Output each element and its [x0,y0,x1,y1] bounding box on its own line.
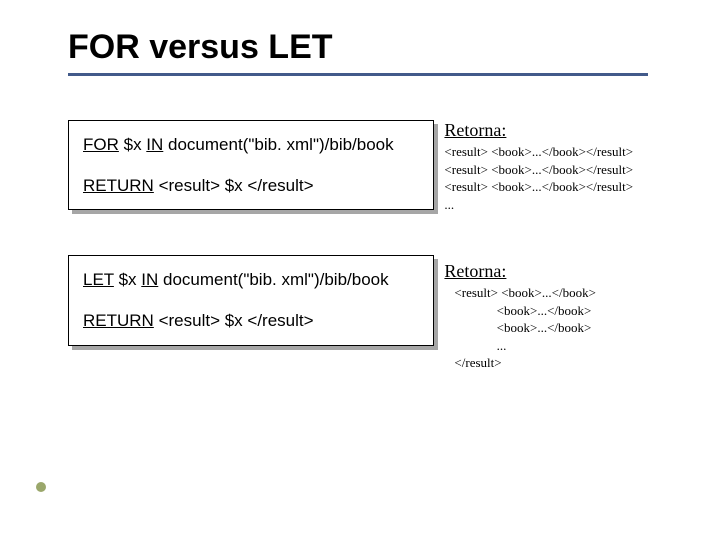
code-text: document("bib. xml")/bib/book [163,135,393,154]
result-label: Retorna: [444,120,672,141]
code-box-let: LET $x IN document("bib. xml")/bib/book … [68,255,434,345]
result-code-let: <result> <book>...</book> <book>...</boo… [454,284,672,372]
result-code-for: <result> <book>...</book></result> <resu… [444,143,672,213]
keyword-for: FOR [83,135,119,154]
code-text: <result> $x </result> [154,176,314,195]
code-line-2: RETURN <result> $x </result> [83,307,419,334]
bullet-icon [36,482,46,492]
keyword-return: RETURN [83,311,154,330]
code-box-for: FOR $x IN document("bib. xml")/bib/book … [68,120,434,210]
code-text: document("bib. xml")/bib/book [158,270,388,289]
code-text: $x [119,135,146,154]
group-let: LET $x IN document("bib. xml")/bib/book … [68,255,672,372]
keyword-in: IN [141,270,158,289]
code-line-1: FOR $x IN document("bib. xml")/bib/book [83,131,419,158]
title-underline [68,73,648,76]
code-line-1: LET $x IN document("bib. xml")/bib/book [83,266,419,293]
keyword-in: IN [146,135,163,154]
group-for: FOR $x IN document("bib. xml")/bib/book … [68,120,672,213]
slide-title: FOR versus LET [68,28,672,67]
code-text: $x [114,270,141,289]
code-line-2: RETURN <result> $x </result> [83,172,419,199]
code-text: <result> $x </result> [154,311,314,330]
keyword-let: LET [83,270,114,289]
result-block-let: Retorna: <result> <book>...</book> <book… [444,261,672,372]
result-block-for: Retorna: <result> <book>...</book></resu… [444,120,672,213]
result-label: Retorna: [444,261,672,282]
keyword-return: RETURN [83,176,154,195]
